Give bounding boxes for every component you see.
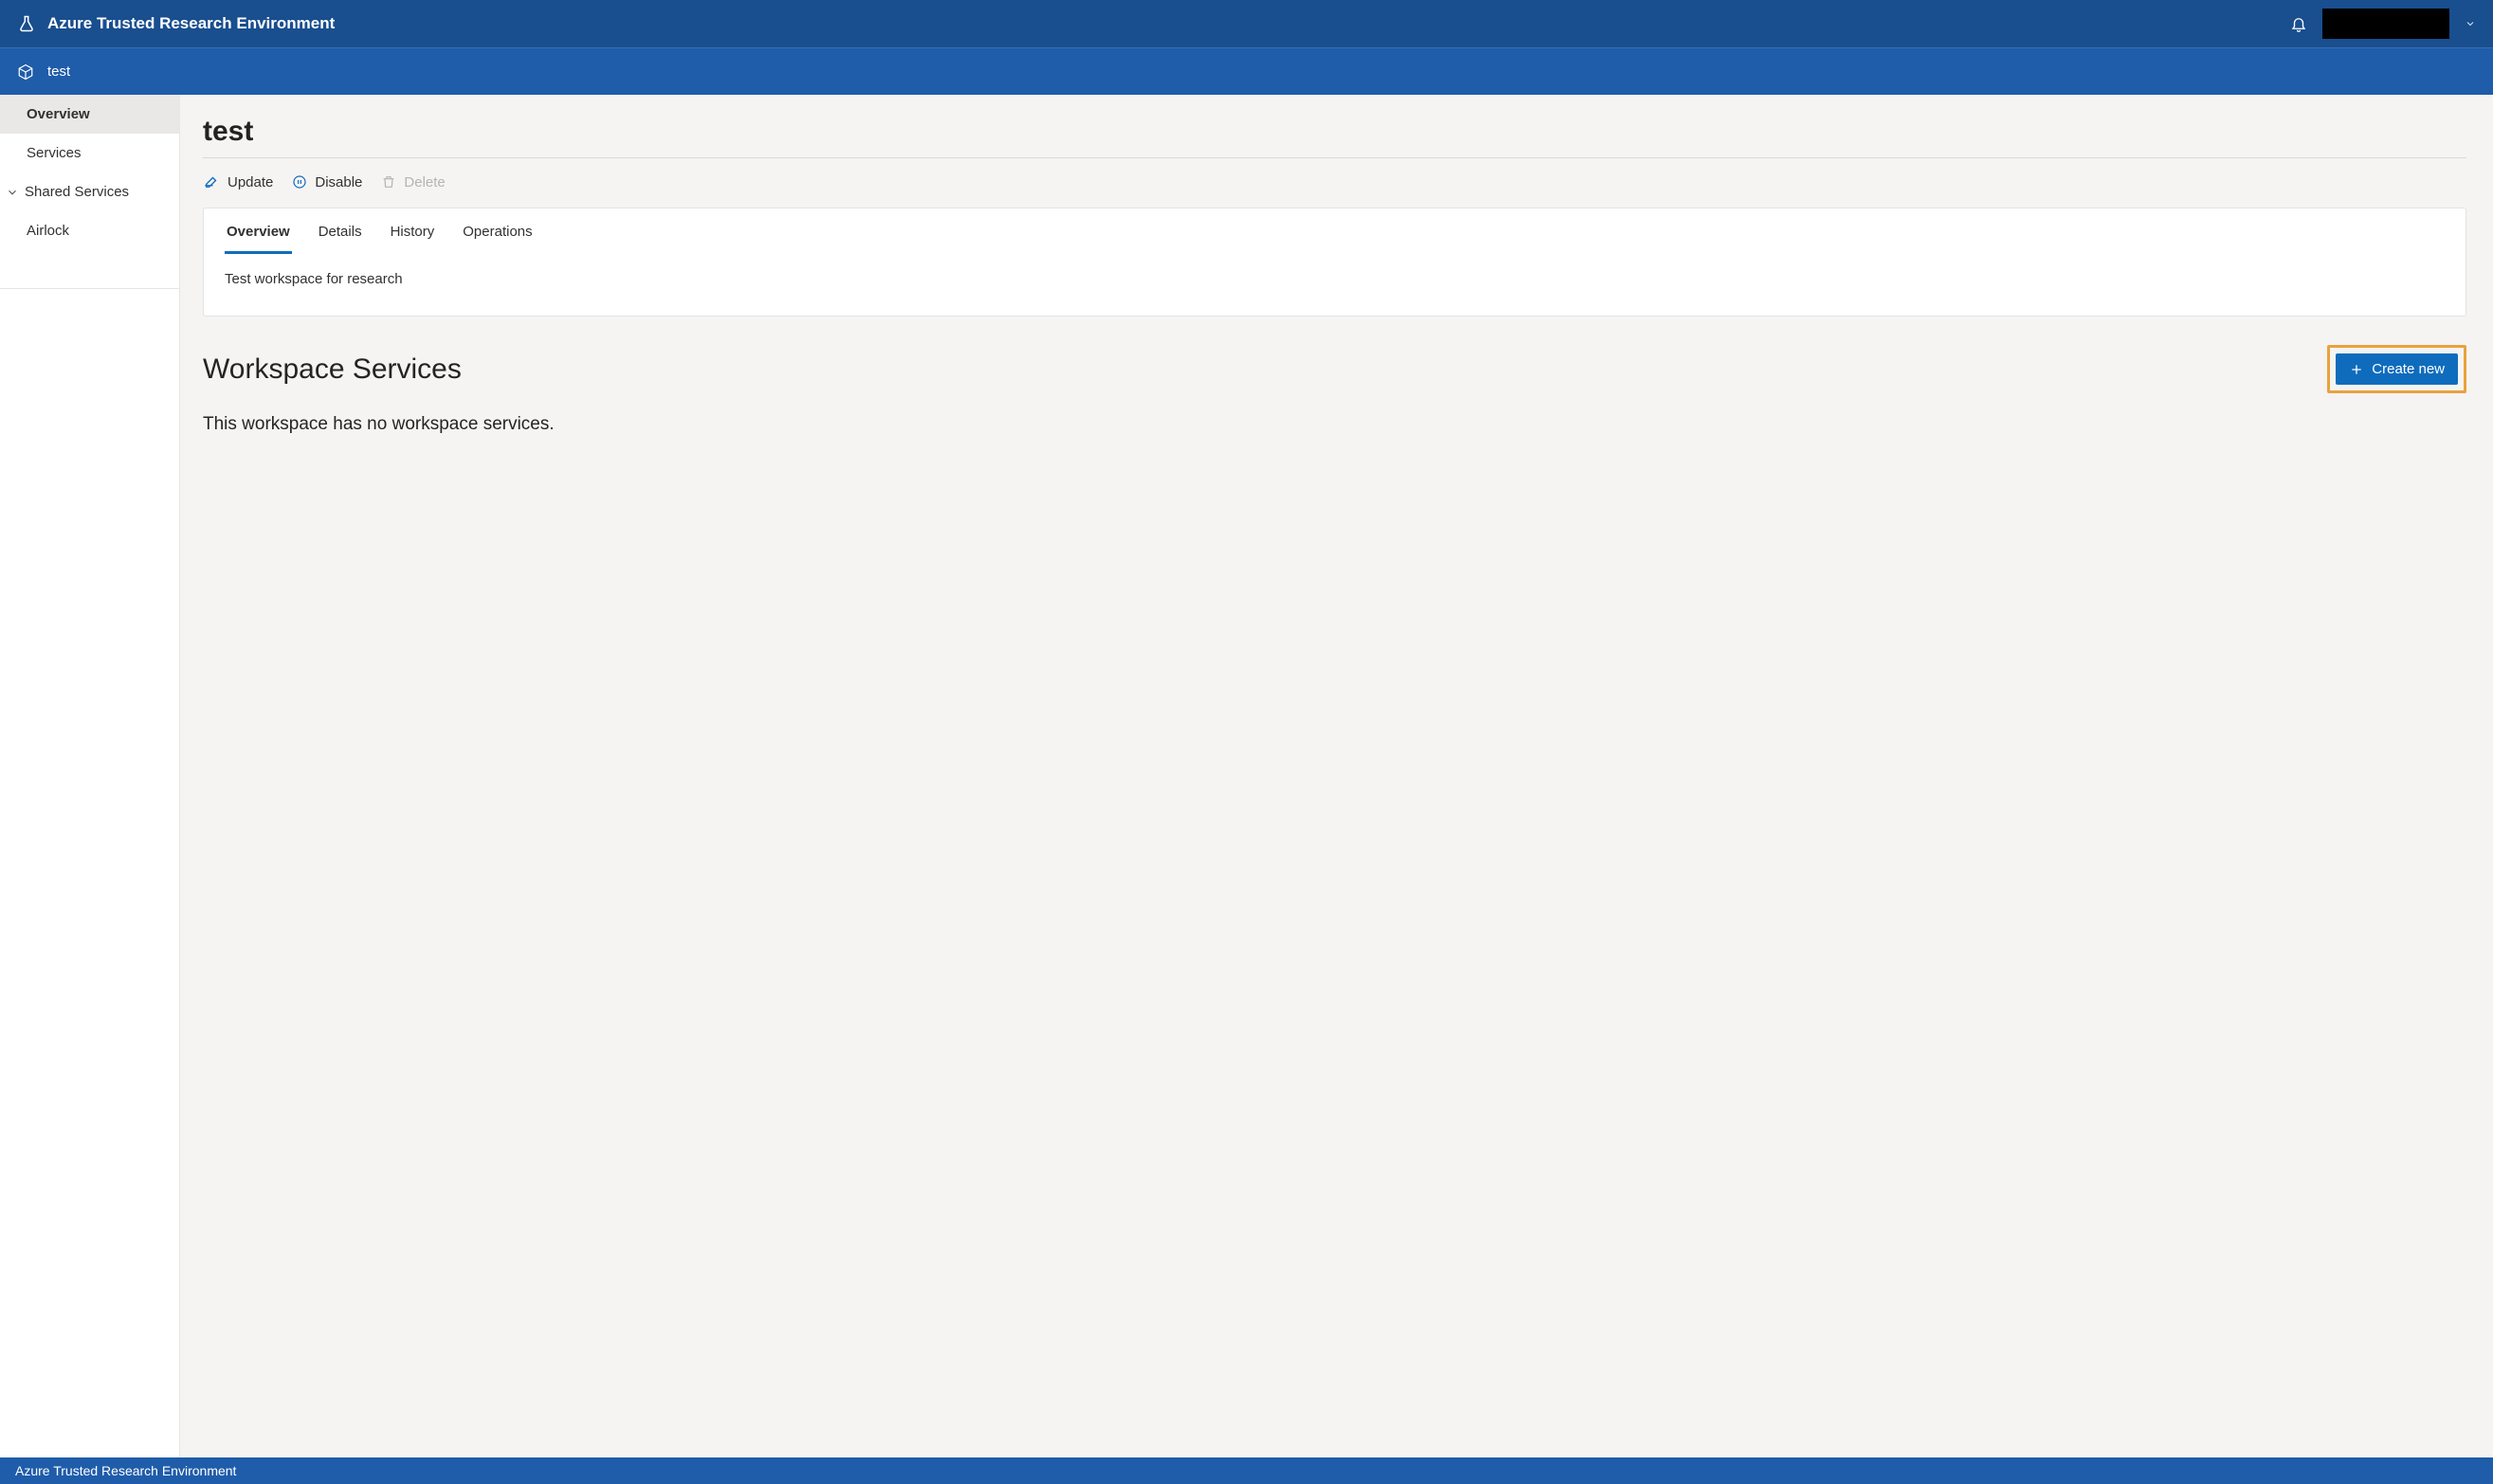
tab-overview[interactable]: Overview — [225, 224, 292, 254]
action-bar: Update Disable Delete — [203, 170, 2466, 208]
services-title: Workspace Services — [203, 353, 462, 386]
sidebar-item-overview[interactable]: Overview — [0, 95, 179, 134]
services-header: Workspace Services Create new — [203, 345, 2466, 393]
tab-label: Details — [318, 224, 362, 240]
sidebar-item-airlock[interactable]: Airlock — [0, 211, 179, 250]
delete-label: Delete — [404, 174, 445, 190]
edit-icon — [203, 173, 220, 190]
update-label: Update — [227, 174, 273, 190]
sidebar: Overview Services Shared Services Airloc… — [0, 95, 180, 1457]
notification-icon[interactable] — [2290, 15, 2307, 32]
sidebar-item-shared-services[interactable]: Shared Services — [0, 172, 179, 211]
brand-title[interactable]: Azure Trusted Research Environment — [47, 14, 335, 33]
create-new-button[interactable]: Create new — [2336, 353, 2458, 385]
footer-text: Azure Trusted Research Environment — [15, 1463, 236, 1478]
tab-label: Overview — [227, 224, 290, 240]
tab-details[interactable]: Details — [317, 224, 364, 254]
sidebar-item-services[interactable]: Services — [0, 134, 179, 172]
plus-icon — [2349, 362, 2364, 377]
pause-circle-icon — [292, 174, 307, 190]
tabs: Overview Details History Operations — [204, 208, 2466, 254]
user-account-area[interactable] — [2322, 9, 2449, 39]
footer: Azure Trusted Research Environment — [0, 1457, 2493, 1484]
trash-icon — [381, 174, 396, 190]
create-new-label: Create new — [2372, 361, 2445, 377]
tab-operations[interactable]: Operations — [461, 224, 534, 254]
app-header-right — [2290, 9, 2476, 39]
sidebar-item-label: Services — [27, 145, 82, 161]
disable-action[interactable]: Disable — [292, 174, 362, 190]
workspace-description: Test workspace for research — [204, 254, 2466, 297]
main-area: Overview Services Shared Services Airloc… — [0, 95, 2493, 1457]
page-title: test — [203, 116, 2466, 148]
update-action[interactable]: Update — [203, 173, 273, 190]
chevron-down-icon — [6, 186, 19, 199]
title-underline — [203, 157, 2466, 158]
app-header-left: Azure Trusted Research Environment — [17, 14, 335, 33]
cube-icon — [17, 63, 34, 81]
create-new-highlight: Create new — [2327, 345, 2466, 393]
tab-label: Operations — [463, 224, 532, 240]
flask-icon — [17, 14, 36, 33]
disable-label: Disable — [315, 174, 362, 190]
sidebar-item-label: Overview — [27, 106, 90, 122]
breadcrumb-current[interactable]: test — [47, 63, 70, 80]
tab-label: History — [391, 224, 435, 240]
delete-action: Delete — [381, 174, 445, 190]
app-header: Azure Trusted Research Environment — [0, 0, 2493, 47]
sidebar-item-label: Shared Services — [25, 184, 129, 200]
tab-history[interactable]: History — [389, 224, 437, 254]
breadcrumb-bar: test — [0, 47, 2493, 95]
services-empty-text: This workspace has no workspace services… — [203, 414, 2466, 435]
content: test Update Disable — [180, 95, 2493, 1457]
sidebar-divider — [0, 288, 179, 289]
sidebar-item-label: Airlock — [27, 223, 69, 239]
chevron-down-icon[interactable] — [2465, 18, 2476, 29]
workspace-card: Overview Details History Operations Test… — [203, 208, 2466, 317]
